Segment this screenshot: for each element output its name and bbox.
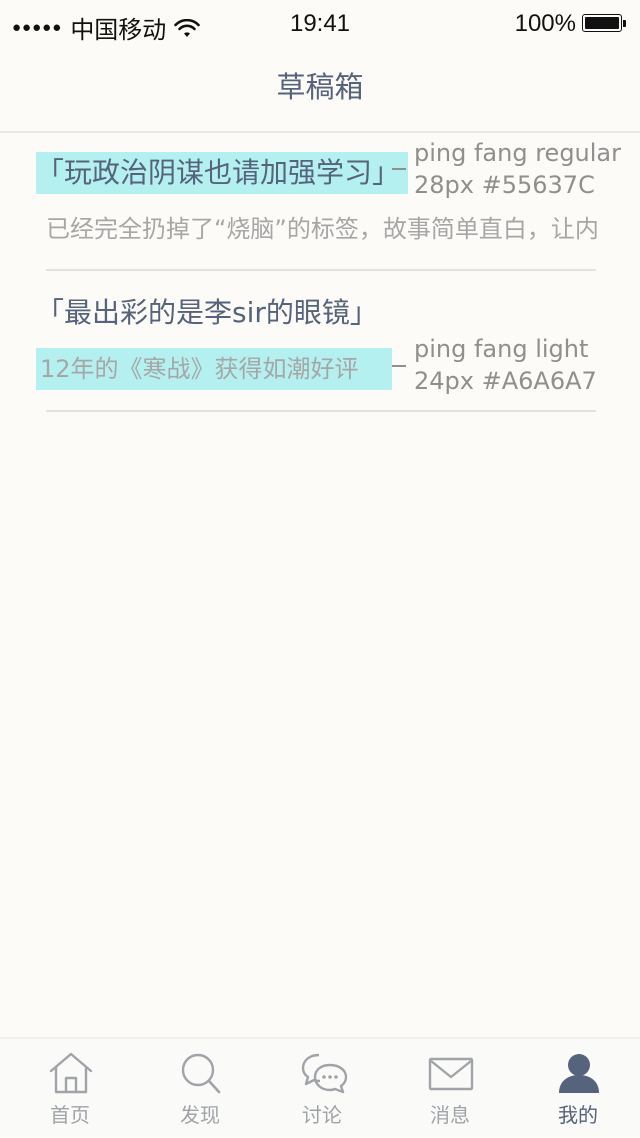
draft-description: 已经完全扔掉了“烧脑”的标签，故事简单直白，让内 (46, 215, 599, 243)
status-right: 100% (515, 10, 628, 38)
search-icon (181, 1053, 221, 1094)
title-font-annotation: ping fang regular 28px #55637C (414, 137, 621, 201)
draft-title: 「最出彩的是李sir的眼镜」 (36, 296, 378, 329)
chat-icon (301, 1053, 348, 1094)
tab-discuss[interactable]: 讨论 (258, 1039, 386, 1138)
annotation-size-color: 24px #A6A6A7 (414, 367, 597, 395)
tab-home[interactable]: 首页 (6, 1039, 134, 1138)
annotation-font: ping fang light (414, 335, 589, 363)
tab-label: 我的 (558, 1103, 598, 1127)
home-icon (49, 1052, 93, 1094)
battery-icon (582, 14, 628, 34)
annotation-connector (392, 168, 406, 170)
tab-label: 发现 (180, 1103, 220, 1127)
tab-label: 首页 (50, 1103, 90, 1127)
profile-icon (559, 1054, 599, 1093)
annotation-connector (392, 365, 406, 367)
divider (46, 269, 596, 271)
divider (46, 410, 596, 412)
tab-label: 讨论 (302, 1103, 342, 1127)
tab-profile[interactable]: 我的 (514, 1039, 640, 1138)
annotation-font: ping fang regular (414, 139, 621, 167)
tab-bar: 首页 发现 讨论 消息 我的 (0, 1037, 640, 1136)
status-bar: ●●●●● 中国移动 19:41 100% (0, 0, 640, 48)
mail-icon (428, 1057, 474, 1091)
draft-title: 「玩政治阴谋也请加强学习」 (36, 152, 409, 194)
tab-discover[interactable]: 发现 (136, 1039, 264, 1138)
draft-description: 12年的《寒战》获得如潮好评 (36, 348, 392, 390)
tab-messages[interactable]: 消息 (386, 1039, 514, 1138)
nav-divider (0, 131, 640, 133)
desc-font-annotation: ping fang light 24px #A6A6A7 (414, 333, 597, 397)
battery-percentage: 100% (514, 10, 576, 37)
annotation-size-color: 28px #55637C (414, 171, 595, 199)
page-title: 草稿箱 (276, 70, 364, 104)
tab-label: 消息 (430, 1103, 470, 1127)
